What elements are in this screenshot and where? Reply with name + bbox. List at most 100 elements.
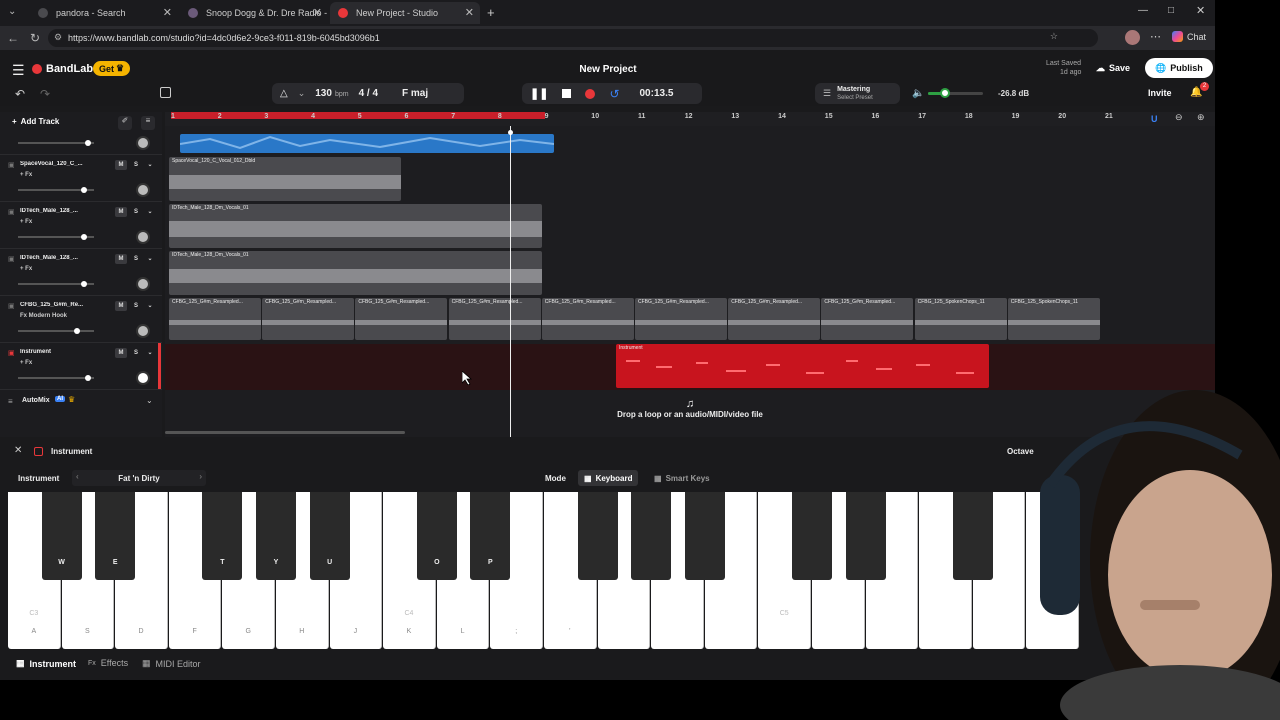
- mute-button[interactable]: M: [115, 254, 127, 264]
- black-key[interactable]: Y: [256, 492, 296, 580]
- hamburger-menu-icon[interactable]: ☰: [12, 62, 25, 79]
- audio-clip[interactable]: CFBG_125_G#m_Resampled...: [262, 298, 355, 340]
- zoom-out-icon[interactable]: ⊖: [1175, 112, 1183, 123]
- track-name[interactable]: SpaceVocal_120_C_...: [20, 161, 100, 167]
- audio-clip[interactable]: [180, 134, 554, 153]
- automix-row[interactable]: ≡ AutoMix AI ♛ ⌄: [0, 394, 162, 410]
- pan-knob[interactable]: [136, 136, 150, 150]
- tab-midi-editor[interactable]: ▦ MIDI Editor: [142, 658, 201, 669]
- chevron-down-icon[interactable]: ⌄: [144, 254, 156, 264]
- black-key[interactable]: U: [309, 492, 350, 580]
- chevron-down-icon[interactable]: ⌄: [146, 396, 153, 405]
- track-record-arm-icon[interactable]: ▣: [8, 161, 15, 169]
- track-volume-slider[interactable]: [18, 187, 94, 193]
- black-key[interactable]: T: [202, 492, 243, 580]
- minimize-icon[interactable]: —: [1138, 5, 1148, 16]
- audio-clip[interactable]: CFBG_125_SpokenChops_11: [1007, 298, 1100, 340]
- audio-clip[interactable]: IDTech_Male_128_Dm_Vocals_01: [169, 204, 542, 248]
- playhead[interactable]: [510, 126, 511, 437]
- audio-clip[interactable]: CFBG_125_G#m_Resampled...: [821, 298, 914, 340]
- pan-knob[interactable]: [136, 183, 150, 197]
- copilot-chat-button[interactable]: Chat: [1172, 31, 1206, 42]
- bandlab-logo[interactable]: BandLab: [32, 63, 93, 75]
- tempo-field[interactable]: 130 bpm: [315, 88, 348, 99]
- black-key[interactable]: [631, 492, 672, 580]
- close-tab-icon[interactable]: ✕: [465, 6, 474, 19]
- chevron-down-icon[interactable]: ⌄: [144, 301, 156, 311]
- track-header[interactable]: ▣ SpaceVocal_120_C_... + Fx M S ⌄: [0, 155, 162, 202]
- track-name[interactable]: Instrument: [20, 349, 100, 355]
- track-volume-slider[interactable]: [18, 328, 94, 334]
- solo-button[interactable]: S: [130, 348, 142, 358]
- track-volume-handle[interactable]: [81, 281, 87, 287]
- track-header[interactable]: ▣ Instrument + Fx M S ⌄: [0, 343, 162, 390]
- audio-clip[interactable]: CFBG_125_G#m_Resampled...: [728, 298, 821, 340]
- close-tab-icon[interactable]: ✕: [163, 6, 172, 19]
- project-title[interactable]: New Project: [560, 64, 656, 75]
- url-field[interactable]: ⚙ https://www.bandlab.com/studio?id=4dc0…: [48, 29, 1098, 47]
- master-volume-knob[interactable]: [939, 88, 950, 98]
- tab-list-chevron-icon[interactable]: ⌄: [8, 6, 16, 17]
- audio-clip[interactable]: CFBG_125_SpokenChops_11: [914, 298, 1007, 340]
- next-preset-icon[interactable]: ›: [199, 472, 202, 481]
- track-volume-slider[interactable]: [18, 140, 94, 146]
- close-panel-icon[interactable]: ✕: [14, 445, 22, 456]
- black-key[interactable]: [845, 492, 886, 580]
- mute-button[interactable]: M: [115, 301, 127, 311]
- zoom-in-icon[interactable]: ⊕: [1197, 112, 1205, 123]
- master-volume-slider[interactable]: [928, 88, 983, 98]
- track-fx[interactable]: + Fx: [20, 266, 32, 272]
- loop-icon[interactable]: ↺: [609, 87, 619, 101]
- pan-knob[interactable]: [136, 371, 150, 385]
- audio-clip[interactable]: CFBG_125_G#m_Resampled...: [635, 298, 727, 340]
- chevron-down-icon[interactable]: ⌄: [144, 207, 156, 217]
- track-volume-slider[interactable]: [18, 375, 94, 381]
- timeline-ruler[interactable]: 1 2 3 4 5 6 7 8 9 10 11 12 13 14 15 16 17 18 19 20 21 U ⊖ ⊕: [165, 112, 1215, 126]
- black-key[interactable]: [684, 492, 725, 580]
- chevron-down-icon[interactable]: ⌄: [144, 348, 156, 358]
- track-volume-slider[interactable]: [18, 234, 94, 240]
- pan-knob[interactable]: [136, 324, 150, 338]
- track-volume-handle[interactable]: [81, 187, 87, 193]
- pan-knob[interactable]: [136, 277, 150, 291]
- keyboard-mode-button[interactable]: ▦ Keyboard: [578, 470, 639, 486]
- audio-clip[interactable]: IDTech_Male_128_Dm_Vocals_01: [169, 251, 542, 295]
- mixer-panel-icon[interactable]: [160, 87, 171, 98]
- add-track-button[interactable]: + Add Track: [12, 117, 59, 126]
- bookmark-star-icon[interactable]: ☆: [1050, 31, 1058, 42]
- undo-icon[interactable]: ↶: [15, 87, 25, 101]
- key-selector[interactable]: F maj: [402, 88, 428, 99]
- drop-zone[interactable]: ♫ Drop a loop or an audio/MIDI/video fil…: [565, 398, 815, 428]
- mute-button[interactable]: M: [115, 160, 127, 170]
- audio-clip[interactable]: CFBG_125_G#m_Resampled...: [355, 298, 448, 340]
- menu-dots-icon[interactable]: ⋯: [1150, 30, 1161, 43]
- browser-tab-2[interactable]: Snoop Dogg & Dr. Dre Radio - N ✕: [180, 2, 328, 24]
- browser-tab-1[interactable]: pandora - Search ✕: [30, 2, 178, 24]
- black-key[interactable]: E: [95, 492, 136, 580]
- metronome-chevron-icon[interactable]: ⌄: [298, 88, 306, 99]
- track-fx[interactable]: + Fx: [20, 172, 32, 178]
- new-tab-icon[interactable]: +: [487, 5, 495, 20]
- track-volume-handle[interactable]: [85, 140, 91, 146]
- track-record-arm-icon[interactable]: ▣: [8, 255, 15, 263]
- track-header[interactable]: ▣ IDTech_Male_128_... + Fx M S ⌄: [0, 249, 162, 296]
- invite-button[interactable]: Invite: [1148, 88, 1172, 98]
- black-key[interactable]: [952, 492, 993, 580]
- record-icon[interactable]: [585, 88, 596, 99]
- track-volume-slider[interactable]: [18, 281, 94, 287]
- track-volume-handle[interactable]: [85, 375, 91, 381]
- track-name[interactable]: IDTech_Male_128_...: [20, 255, 100, 261]
- track-fx[interactable]: + Fx: [20, 360, 32, 366]
- tab-instrument[interactable]: ▦ Instrument: [16, 658, 76, 669]
- time-signature[interactable]: 4 / 4: [359, 88, 378, 99]
- close-tab-icon[interactable]: ✕: [313, 6, 322, 19]
- solo-button[interactable]: S: [130, 207, 142, 217]
- save-button[interactable]: ☁ Save: [1090, 59, 1136, 77]
- track-record-arm-icon[interactable]: ▣: [8, 302, 15, 310]
- solo-button[interactable]: S: [130, 254, 142, 264]
- track-volume-handle[interactable]: [81, 234, 87, 240]
- track-name[interactable]: CFBG_125_G#m_Re...: [20, 302, 100, 308]
- track-header[interactable]: ▣ IDTech_Male_128_... + Fx M S ⌄: [0, 202, 162, 249]
- profile-avatar[interactable]: [1125, 30, 1140, 45]
- piano-keyboard[interactable]: A C3 S D F G H J K C4 L; ' C5 W E T Y U O P: [8, 492, 1079, 650]
